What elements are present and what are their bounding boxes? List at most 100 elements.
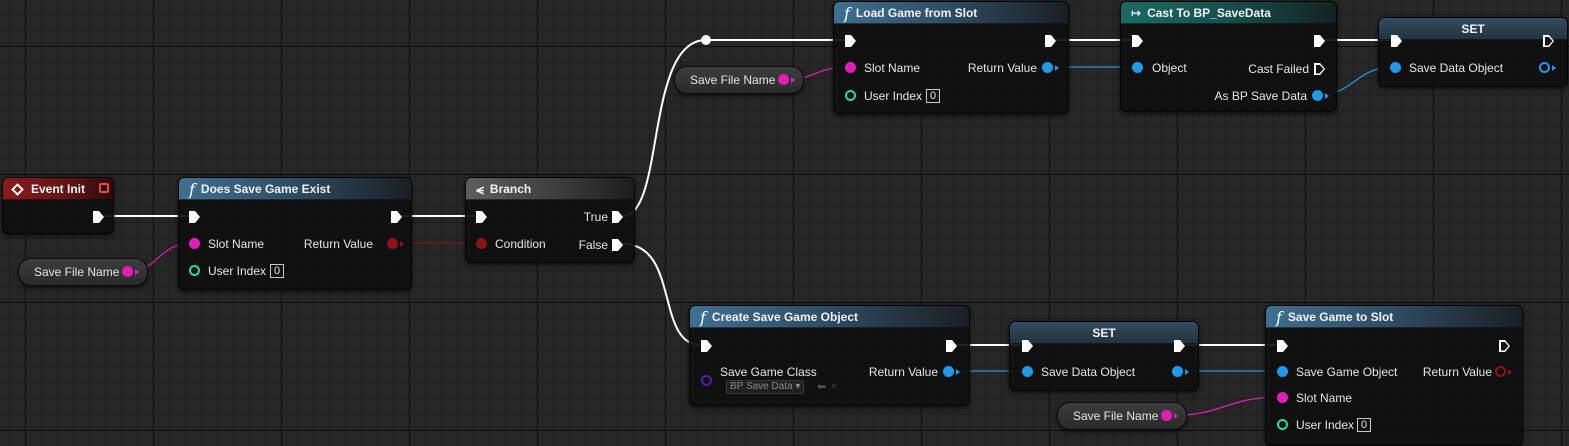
set-save-data-node-bottom[interactable]: SET Save Data Object (1009, 321, 1199, 391)
exec-out-pin[interactable] (946, 340, 957, 352)
pin-arrow-icon (1185, 369, 1189, 375)
load-game-from-slot-header[interactable]: f Load Game from Slot (834, 2, 1068, 24)
does-save-game-exist-node[interactable]: f Does Save Game Exist Slot Name Return … (178, 177, 412, 290)
exec-in-pin[interactable] (1132, 35, 1143, 47)
return-value-label: Return Value (303, 237, 373, 251)
save-data-object-in-pin[interactable] (1022, 366, 1033, 377)
user-index-input[interactable]: 0 (270, 264, 284, 278)
cast-failed-label: Cast Failed (1248, 62, 1309, 76)
exec-in-pin[interactable] (1277, 340, 1288, 352)
true-label: True (583, 210, 608, 224)
does-save-game-exist-header[interactable]: f Does Save Game Exist (179, 178, 411, 200)
event-diamond-icon (11, 182, 24, 196)
save-data-object-out-pin[interactable] (1172, 366, 1183, 377)
user-index-input[interactable]: 0 (926, 89, 940, 103)
branch-header[interactable]: ⪪ Branch (466, 178, 634, 200)
pin-arrow-icon (791, 77, 795, 83)
save-game-class-dropdown[interactable]: BP Save Data ▾ (726, 380, 805, 394)
return-value-pin[interactable] (943, 366, 954, 377)
load-game-from-slot-node[interactable]: f Load Game from Slot Slot Name Return V… (833, 1, 1069, 114)
pin-arrow-icon (1552, 65, 1556, 71)
event-init-header[interactable]: Event Init (3, 178, 113, 200)
user-index-pin[interactable] (845, 90, 856, 101)
condition-pin[interactable] (476, 238, 487, 249)
save-data-object-label: Save Data Object (1409, 61, 1504, 75)
pin-arrow-icon (400, 241, 404, 247)
function-f-icon: f (1276, 307, 1282, 327)
save-game-to-slot-node[interactable]: f Save Game to Slot Save Game Object Ret… (1265, 305, 1523, 446)
cast-failed-exec-pin[interactable] (1314, 63, 1325, 75)
save-data-object-label: Save Data Object (1041, 365, 1136, 379)
return-value-pin[interactable] (1042, 62, 1053, 73)
slot-name-label: Slot Name (1296, 391, 1353, 405)
variable-label: Save File Name (1073, 409, 1159, 423)
slot-name-pin[interactable] (845, 62, 856, 73)
save-data-object-in-pin[interactable] (1390, 62, 1401, 73)
return-value-pin[interactable] (387, 238, 398, 249)
cast-to-bp-savedata-header[interactable]: ↦ Cast To BP_SaveData (1121, 2, 1336, 24)
as-bp-save-data-label: As BP Save Data (1214, 89, 1308, 103)
user-index-pin[interactable] (1277, 419, 1288, 430)
string-out-pin[interactable] (778, 74, 789, 85)
event-init-node[interactable]: Event Init (2, 177, 114, 234)
string-out-pin[interactable] (1161, 410, 1172, 421)
user-index-label: User Index (1296, 418, 1355, 432)
function-f-icon: f (189, 179, 195, 199)
save-game-to-slot-header[interactable]: f Save Game to Slot (1266, 306, 1522, 328)
exec-out-pin[interactable] (1314, 35, 1325, 47)
exec-in-pin[interactable] (189, 211, 200, 223)
exec-in-pin[interactable] (845, 35, 856, 47)
save-game-object-pin[interactable] (1277, 366, 1288, 377)
exec-out-pin[interactable] (1045, 35, 1056, 47)
pin-arrow-icon (1325, 93, 1329, 99)
save-game-class-pin[interactable] (701, 375, 712, 386)
does-save-game-exist-title: Does Save Game Exist (200, 182, 331, 196)
create-save-game-object-node[interactable]: f Create Save Game Object Save Game Clas… (689, 305, 970, 406)
slot-name-label: Slot Name (208, 237, 265, 251)
exec-out-pin[interactable] (1499, 340, 1510, 352)
create-save-game-object-header[interactable]: f Create Save Game Object (690, 306, 969, 328)
function-f-icon: f (844, 3, 850, 23)
use-selected-arrow-icon[interactable]: ⬅ (817, 380, 826, 393)
return-value-pin[interactable] (1495, 366, 1506, 377)
save-file-name-variable-1[interactable]: Save File Name (18, 258, 148, 286)
save-data-object-out-pin[interactable] (1539, 62, 1550, 73)
class-select-value: BP Save Data (730, 381, 793, 392)
save-file-name-variable-2[interactable]: Save File Name (674, 66, 804, 94)
wire-reroute-knot[interactable] (701, 35, 711, 45)
exec-in-pin[interactable] (476, 211, 487, 223)
object-pin[interactable] (1132, 62, 1143, 73)
return-value-label: Return Value (1422, 365, 1492, 379)
branch-node[interactable]: ⪪ Branch True Condition False (465, 177, 635, 263)
user-index-input[interactable]: 0 (1357, 418, 1371, 432)
exec-out-pin[interactable] (391, 211, 402, 223)
true-exec-pin[interactable] (612, 211, 623, 223)
function-f-icon: f (700, 307, 706, 327)
object-label: Object (1152, 61, 1187, 75)
save-file-name-variable-3[interactable]: Save File Name (1057, 402, 1187, 430)
set-header[interactable]: SET (1379, 18, 1567, 40)
load-game-from-slot-title: Load Game from Slot (855, 6, 978, 20)
branch-icon: ⪪ (476, 180, 484, 197)
pin-arrow-icon (1174, 413, 1178, 419)
set-header[interactable]: SET (1010, 322, 1198, 344)
slot-name-pin[interactable] (1277, 392, 1288, 403)
condition-label: Condition (495, 237, 546, 251)
cast-to-bp-savedata-title: Cast To BP_SaveData (1147, 6, 1271, 20)
browse-search-icon[interactable]: ⌕ (831, 380, 837, 393)
save-game-object-label: Save Game Object (1296, 365, 1398, 379)
cast-to-bp-savedata-node[interactable]: ↦ Cast To BP_SaveData Object Cast Failed… (1120, 1, 1337, 112)
as-bp-save-data-pin[interactable] (1312, 90, 1323, 101)
save-game-class-label: Save Game Class (720, 365, 817, 379)
set-save-data-node-top[interactable]: SET Save Data Object (1378, 17, 1568, 87)
false-exec-pin[interactable] (612, 239, 623, 251)
cast-arrow-icon: ↦ (1131, 6, 1142, 20)
exec-in-pin[interactable] (701, 340, 712, 352)
slot-name-pin[interactable] (189, 238, 200, 249)
event-output-delegate-icon[interactable] (99, 183, 109, 193)
variable-label: Save File Name (34, 265, 120, 279)
exec-out-pin[interactable] (93, 211, 104, 223)
pin-arrow-icon (1508, 369, 1512, 375)
string-out-pin[interactable] (122, 266, 133, 277)
user-index-pin[interactable] (189, 265, 200, 276)
